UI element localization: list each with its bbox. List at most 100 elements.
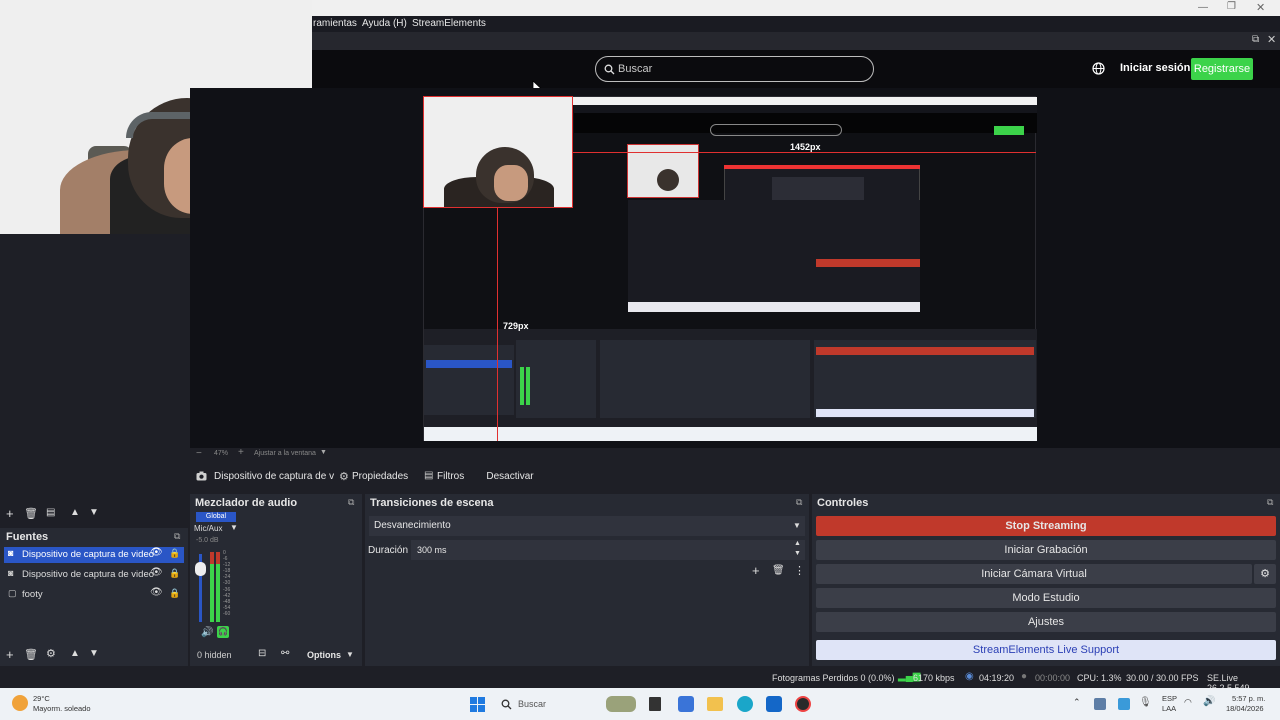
language-sub-label: LAA: [1162, 704, 1177, 713]
properties-button[interactable]: ⚙ Propiedades: [335, 467, 408, 486]
volume-slider-handle[interactable]: [195, 562, 206, 576]
login-link[interactable]: Iniciar sesión: [1120, 62, 1190, 74]
start-recording-button[interactable]: Iniciar Grabación: [816, 540, 1276, 560]
windows-start-icon[interactable]: [470, 697, 485, 712]
mixer-link-icon[interactable]: ⚯: [281, 648, 289, 659]
menu-tools[interactable]: ramientas: [313, 18, 357, 29]
move-up-icon[interactable]: ▲: [70, 648, 80, 659]
obs-icon[interactable]: [795, 696, 811, 712]
transitions-title: Transiciones de escena: [370, 497, 494, 509]
tray-mic-icon[interactable]: 🎙: [1139, 697, 1152, 708]
more-menu-icon[interactable]: ⋮: [794, 564, 805, 577]
close-icon[interactable]: ✕: [1256, 1, 1265, 14]
image-source-icon: ▢: [8, 588, 17, 598]
preview-canvas[interactable]: 1452px 729px − 47% + Ajustar a la ventan…: [190, 88, 1280, 459]
add-source-icon[interactable]: +: [6, 647, 14, 662]
tray-app-icon[interactable]: [1094, 698, 1106, 710]
scene-filter-icon[interactable]: ▤: [46, 507, 55, 518]
live-support-button[interactable]: StreamElements Live Support: [816, 640, 1276, 660]
lock-icon[interactable]: 🔒: [169, 568, 180, 579]
wifi-icon[interactable]: ◠: [1184, 697, 1192, 708]
minimize-icon[interactable]: —: [1198, 2, 1208, 13]
audio-meter-right-low: [216, 564, 220, 622]
add-transition-icon[interactable]: +: [752, 563, 760, 578]
transition-select[interactable]: Desvanecimiento ▼: [369, 516, 805, 536]
undock-sources-icon[interactable]: ⧉: [174, 531, 180, 542]
zoom-level: 47%: [214, 450, 229, 457]
mixer-layout-icon[interactable]: ⊟: [258, 648, 266, 659]
visibility-icon[interactable]: 👁: [150, 547, 163, 558]
mail-icon[interactable]: [766, 696, 782, 712]
store-icon[interactable]: [678, 696, 694, 712]
tray-expand-icon[interactable]: ⌃: [1073, 697, 1081, 708]
stepper-up-icon[interactable]: ▲: [794, 540, 801, 547]
undock-controls-icon[interactable]: ⧉: [1267, 497, 1273, 508]
taskbar-search-label[interactable]: Buscar: [518, 699, 546, 709]
audio-meter-right: [216, 552, 220, 564]
zoom-out-icon[interactable]: −: [196, 448, 202, 459]
maximize-icon[interactable]: ❐: [1227, 1, 1236, 12]
source-item[interactable]: ◙ Dispositivo de captura de video 👁 🔒: [4, 547, 184, 563]
close-dock-icon[interactable]: ✕: [1267, 33, 1276, 46]
duration-label: Duración: [368, 545, 409, 556]
virtual-camera-settings-button[interactable]: ⚙: [1254, 564, 1276, 584]
menu-streamelements[interactable]: StreamElements: [412, 18, 486, 29]
delete-scene-icon[interactable]: 🗑: [24, 507, 38, 520]
undock-mixer-icon[interactable]: ⧉: [348, 497, 354, 508]
move-down-icon[interactable]: ▼: [89, 648, 99, 659]
sources-title: Fuentes: [6, 531, 49, 543]
duration-input[interactable]: 300 ms ▲ ▼: [411, 540, 805, 560]
add-scene-icon[interactable]: +: [6, 506, 14, 521]
move-up-icon[interactable]: ▲: [70, 507, 80, 518]
volume-icon[interactable]: 🔊: [1203, 696, 1215, 707]
folder-icon[interactable]: [707, 697, 723, 711]
undock-transitions-icon[interactable]: ⧉: [796, 497, 802, 508]
fit-window-label[interactable]: Ajustar a la ventana: [254, 450, 316, 457]
record-icon: ●: [1021, 671, 1028, 682]
clock-time[interactable]: 5:57 p. m.: [1232, 694, 1265, 703]
preview-selected-source[interactable]: [423, 96, 573, 208]
headphones-icon[interactable]: 🎧: [217, 626, 229, 638]
register-button[interactable]: Registrarse: [1191, 58, 1253, 80]
globe-icon[interactable]: [1092, 62, 1105, 75]
lock-icon[interactable]: 🔒: [169, 588, 180, 599]
stop-streaming-button[interactable]: Stop Streaming: [816, 516, 1276, 536]
move-down-icon[interactable]: ▼: [89, 507, 99, 518]
speaker-icon[interactable]: 🔊: [201, 627, 213, 638]
stepper-down-icon[interactable]: ▼: [794, 550, 801, 557]
visibility-icon[interactable]: 👁: [150, 567, 163, 578]
settings-button[interactable]: Ajustes: [816, 612, 1276, 632]
lock-icon[interactable]: 🔒: [169, 548, 180, 559]
source-item[interactable]: ▢ footy 👁 🔒: [4, 587, 184, 603]
clock-date[interactable]: 18/04/2026: [1226, 704, 1264, 713]
source-item[interactable]: ◙ Dispositivo de captura de video 👁 🔒: [4, 567, 184, 583]
chevron-down-icon[interactable]: ▼: [320, 449, 327, 456]
undock-icon[interactable]: ⧉: [1252, 34, 1259, 45]
delete-transition-icon[interactable]: 🗑: [772, 565, 785, 576]
search-box[interactable]: Buscar: [595, 56, 874, 82]
task-view-icon[interactable]: [649, 697, 661, 711]
chevron-down-icon[interactable]: ▼: [346, 650, 354, 659]
visibility-icon[interactable]: 👁: [150, 587, 163, 598]
virtual-camera-button[interactable]: Iniciar Cámara Virtual: [816, 564, 1252, 584]
weather-temp: 29°C: [33, 694, 50, 703]
menu-help[interactable]: Ayuda (H): [362, 18, 407, 29]
studio-mode-button[interactable]: Modo Estudio: [816, 588, 1276, 608]
db-readout: -5.0 dB: [196, 537, 219, 544]
taskbar-search-icon[interactable]: [501, 699, 512, 710]
taskbar: 29°C Mayorm. soleado Buscar ⌃ 🎙 ESP LAA …: [0, 688, 1280, 720]
language-label[interactable]: ESP: [1162, 694, 1177, 703]
delete-source-icon[interactable]: 🗑: [24, 648, 38, 661]
zoom-in-icon[interactable]: +: [238, 447, 244, 458]
source-settings-icon[interactable]: ⚙: [46, 647, 56, 660]
global-tab[interactable]: Global: [196, 512, 236, 522]
deactivate-button[interactable]: Desactivar: [480, 467, 540, 486]
edge-icon[interactable]: [737, 696, 753, 712]
news-widget-icon[interactable]: [606, 696, 636, 712]
weather-desc: Mayorm. soleado: [33, 704, 91, 713]
mixer-options-button[interactable]: Options: [307, 650, 341, 660]
filters-button[interactable]: ▤ Filtros: [420, 467, 468, 486]
tray-network-icon[interactable]: [1118, 698, 1130, 710]
sources-toolbar: + 🗑 ⚙ ▲ ▼: [0, 646, 188, 664]
channel-menu-icon[interactable]: ▼: [230, 523, 238, 532]
